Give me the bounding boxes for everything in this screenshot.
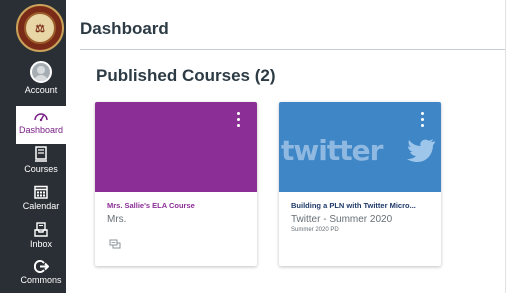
course-card[interactable]: twitter Building a PLN with Twitter Micr… [279,102,441,266]
courses-icon [35,146,47,162]
calendar-icon [34,185,48,199]
course-card-subtitle: Mrs. [107,214,127,225]
nav-account[interactable]: Account [16,58,66,98]
nav-inbox[interactable]: Inbox [16,219,66,257]
nav-courses-label: Courses [24,164,58,174]
nav-calendar-label: Calendar [22,201,60,211]
card-options-icon[interactable] [417,112,427,130]
page-title: Dashboard [80,19,169,38]
institution-logo[interactable]: ⚖ [14,3,66,53]
nav-dashboard[interactable]: Dashboard [16,106,66,144]
course-card-hero[interactable] [95,102,257,192]
dashboard-icon [34,113,48,122]
global-navigation: ⚖ Account Dashboard Courses Calendar Inb… [0,0,66,293]
nav-commons-label: Commons [20,275,62,285]
main-content: Dashboard Published Courses (2) Mrs. Sal… [66,0,506,293]
header-divider [80,49,506,50]
nav-courses[interactable]: Courses [16,143,66,181]
course-card-term: Summer 2020 PD [291,227,339,233]
course-card-hero[interactable]: twitter [279,102,441,192]
nav-inbox-label: Inbox [29,239,53,249]
card-options-icon[interactable] [233,112,243,130]
twitter-bird-icon [407,139,435,162]
account-avatar-icon [30,61,52,83]
commons-icon [33,260,49,273]
inbox-icon [34,222,48,237]
seal-center-icon: ⚖ [24,12,56,44]
course-card-title[interactable]: Mrs. Sallie's ELA Course [107,201,195,210]
course-card[interactable]: Mrs. Sallie's ELA Course Mrs. [95,102,257,266]
nav-dashboard-label: Dashboard [18,125,64,135]
course-card-subtitle: Twitter - Summer 2020 [291,214,393,225]
nav-calendar[interactable]: Calendar [16,182,66,220]
nav-commons[interactable]: Commons [16,257,66,293]
course-card-title[interactable]: Building a PLN with Twitter Micro... [291,201,416,210]
seal-icon: ⚖ [16,4,64,52]
discussion-icon[interactable] [109,239,121,250]
section-title: Published Courses (2) [96,66,276,85]
nav-account-label: Account [24,85,58,95]
